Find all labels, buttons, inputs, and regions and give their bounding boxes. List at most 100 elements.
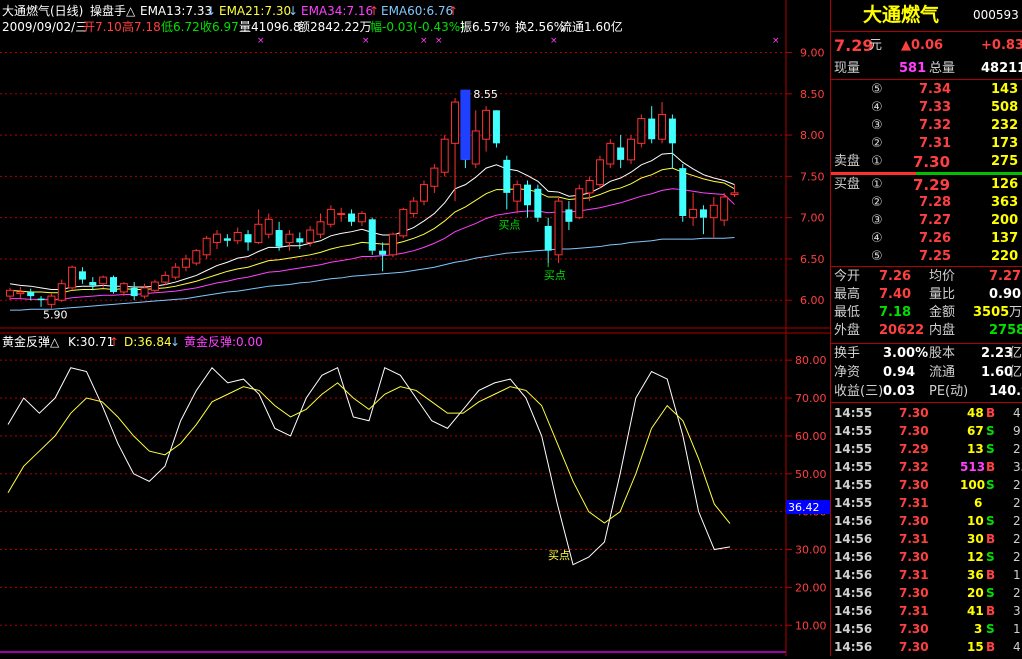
ask-price: 7.31 bbox=[919, 136, 952, 151]
tick-time: 14:55 bbox=[834, 442, 873, 456]
candle-body bbox=[730, 192, 739, 196]
candle-body bbox=[627, 138, 635, 161]
current-value-marker: 36.42 bbox=[788, 501, 820, 514]
stat2-value: 3.00% bbox=[883, 346, 929, 361]
quote-code: 000593 bbox=[973, 8, 1019, 22]
stat-label: 均价 bbox=[929, 269, 956, 284]
price-row: 7.29 元 ▲0.06 +0.83 bbox=[831, 36, 1022, 56]
candle-body bbox=[171, 266, 180, 278]
candle-body bbox=[534, 188, 542, 218]
candle-body bbox=[699, 209, 707, 218]
sub-y-tick-label: 60.00 bbox=[795, 430, 827, 443]
candle-body bbox=[27, 291, 35, 297]
tick-time: 14:55 bbox=[834, 478, 873, 492]
d-label: D:36.84 bbox=[124, 335, 172, 349]
quote-title-row: 大通燃气 000593 bbox=[831, 2, 1022, 28]
stat-value: 20622 bbox=[879, 323, 925, 338]
sub-y-tick-label: 80.00 bbox=[795, 354, 827, 367]
tick-side: S bbox=[986, 550, 995, 564]
candle-body bbox=[78, 271, 86, 280]
bid-price: 7.28 bbox=[919, 195, 952, 210]
stat2-unit: 亿 bbox=[1009, 346, 1022, 361]
tick-price: 7.29 bbox=[899, 442, 929, 456]
candle-body bbox=[6, 289, 14, 297]
volume-label: 量41096.8 bbox=[239, 20, 301, 34]
tick-time: 14:56 bbox=[834, 532, 873, 546]
tick-price: 7.30 bbox=[899, 424, 929, 438]
candle bbox=[440, 135, 449, 177]
candle-body bbox=[296, 238, 304, 243]
sell-label: 卖盘 bbox=[834, 154, 861, 169]
candle bbox=[368, 217, 376, 255]
candle-body bbox=[709, 204, 718, 219]
tick-volume: 10 bbox=[967, 514, 984, 528]
candle-body bbox=[192, 250, 201, 264]
candle bbox=[68, 265, 77, 291]
main-y-tick-label: 6.00 bbox=[800, 294, 825, 307]
stat2-label: 股本 bbox=[929, 346, 956, 361]
ask-level: ② bbox=[871, 136, 883, 151]
main-y-tick-label: 8.50 bbox=[800, 88, 825, 101]
stat-row: 最低 7.18 金额 3505 万 bbox=[831, 304, 1022, 322]
candle-body bbox=[99, 276, 108, 285]
k-arrow: ↑ bbox=[109, 335, 119, 349]
candle-body bbox=[89, 282, 97, 286]
candle-body bbox=[275, 230, 283, 247]
candle-body bbox=[617, 147, 625, 160]
tick-side: S bbox=[986, 514, 995, 528]
candle-body bbox=[140, 287, 149, 297]
chart-area[interactable]: 9.00 8.50 8.00 7.50 7.00 6.50 6.00 80.00 70.00 6… bbox=[0, 0, 830, 656]
tick-side: B bbox=[986, 640, 996, 654]
ask-row: ⑤ 7.34 143 bbox=[831, 81, 1022, 99]
ema60-label: EMA60:6.76 bbox=[381, 4, 453, 18]
candle-body bbox=[368, 219, 376, 251]
candle-body bbox=[388, 233, 397, 256]
tick-count: 3 bbox=[1013, 604, 1021, 618]
amount-label: 额2842.22万 bbox=[298, 20, 372, 34]
candle-body bbox=[202, 237, 211, 256]
stat2-label: 流通 bbox=[929, 365, 956, 380]
candle-body bbox=[658, 113, 667, 140]
signal-marker: × bbox=[257, 36, 265, 46]
tick-row: 14:55 7.30 67 S 9 bbox=[831, 422, 1022, 440]
candle-body bbox=[37, 298, 45, 301]
tick-side: B bbox=[986, 604, 996, 618]
tick-side: B bbox=[986, 532, 996, 546]
candle-body bbox=[637, 118, 646, 144]
tick-count: 2 bbox=[1013, 442, 1021, 456]
stat-value: 3505 bbox=[973, 305, 1010, 320]
tick-side: B bbox=[986, 568, 996, 582]
kline-chart[interactable]: 9.00 8.50 8.00 7.50 7.00 6.50 6.00 80.00 70.00 6… bbox=[0, 0, 830, 656]
sub-y-tick-label: 10.00 bbox=[795, 619, 827, 632]
candle-body bbox=[503, 159, 511, 193]
buy-point-label: 买点 bbox=[498, 218, 520, 231]
candle-body bbox=[264, 218, 273, 235]
candle-body bbox=[482, 109, 491, 140]
stat2-value: 0.94 bbox=[883, 365, 916, 380]
stat-row: 最高 7.40 量比 0.90 bbox=[831, 286, 1022, 304]
tick-side: S bbox=[986, 442, 995, 456]
bid-level: ④ bbox=[871, 231, 883, 246]
candle-body bbox=[16, 291, 25, 295]
tick-count: 2 bbox=[1013, 586, 1021, 600]
tick-count: 4 bbox=[1013, 640, 1021, 654]
sub-y-tick-label: 50.00 bbox=[795, 468, 827, 481]
tick-price: 7.30 bbox=[899, 514, 929, 528]
quote-title: 大通燃气 bbox=[863, 4, 940, 26]
signal-marker: × bbox=[550, 36, 558, 46]
tick-time: 14:56 bbox=[834, 514, 873, 528]
ema34-label: EMA34:7.16 bbox=[301, 4, 373, 18]
tick-count: 2 bbox=[1013, 514, 1021, 528]
candle-body bbox=[357, 213, 366, 223]
tick-volume: 513 bbox=[960, 460, 986, 474]
tick-time: 14:56 bbox=[834, 550, 873, 564]
candle-body bbox=[451, 101, 460, 144]
candle-body bbox=[68, 266, 77, 289]
tick-price: 7.30 bbox=[899, 640, 929, 654]
ask-price: 7.33 bbox=[919, 100, 952, 115]
candle-body bbox=[285, 233, 294, 243]
candle-body bbox=[720, 196, 729, 221]
main-y-tick-label: 7.50 bbox=[800, 170, 825, 183]
tick-time: 14:55 bbox=[834, 424, 873, 438]
tick-count: 1 bbox=[1013, 568, 1021, 582]
